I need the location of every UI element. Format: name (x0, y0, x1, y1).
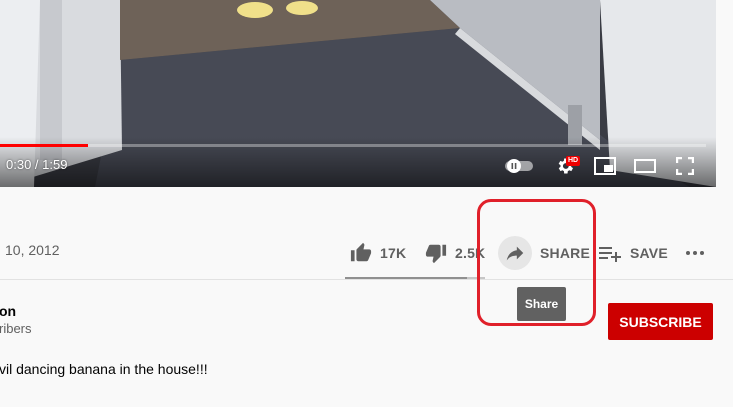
autoplay-toggle-icon (505, 159, 533, 173)
like-button[interactable]: 17K (350, 236, 406, 270)
subscriber-count: ribers (0, 321, 32, 336)
more-actions-button[interactable] (684, 236, 706, 270)
thumbs-up-icon (350, 242, 372, 262)
progress-played (0, 144, 89, 147)
theater-mode-button[interactable] (633, 155, 657, 177)
channel-name[interactable]: on (0, 303, 16, 319)
subscribe-button[interactable]: SUBSCRIBE (608, 303, 713, 340)
fullscreen-button[interactable] (673, 155, 697, 177)
like-count: 17K (380, 245, 407, 261)
section-divider (0, 279, 733, 280)
progress-bar[interactable] (0, 144, 706, 147)
save-button[interactable]: SAVE (598, 236, 668, 270)
miniplayer-button[interactable] (593, 155, 617, 177)
highlight-annotation (477, 199, 596, 326)
save-label: SAVE (630, 245, 668, 261)
description-line: vil dancing banana in the house!!! (0, 361, 208, 377)
time-display: 0:30 / 1:59 (6, 157, 68, 172)
miniplayer-icon (594, 157, 616, 175)
video-player[interactable]: 0:30 / 1:59 HD (0, 0, 716, 187)
more-horizontal-icon (686, 251, 704, 255)
thumbs-down-icon (425, 244, 447, 264)
hd-badge: HD (566, 156, 581, 166)
fullscreen-icon (676, 157, 694, 175)
playlist-add-icon (599, 247, 621, 262)
autoplay-toggle[interactable] (505, 155, 535, 177)
theater-mode-icon (634, 159, 656, 173)
upload-date: 10, 2012 (5, 242, 60, 258)
